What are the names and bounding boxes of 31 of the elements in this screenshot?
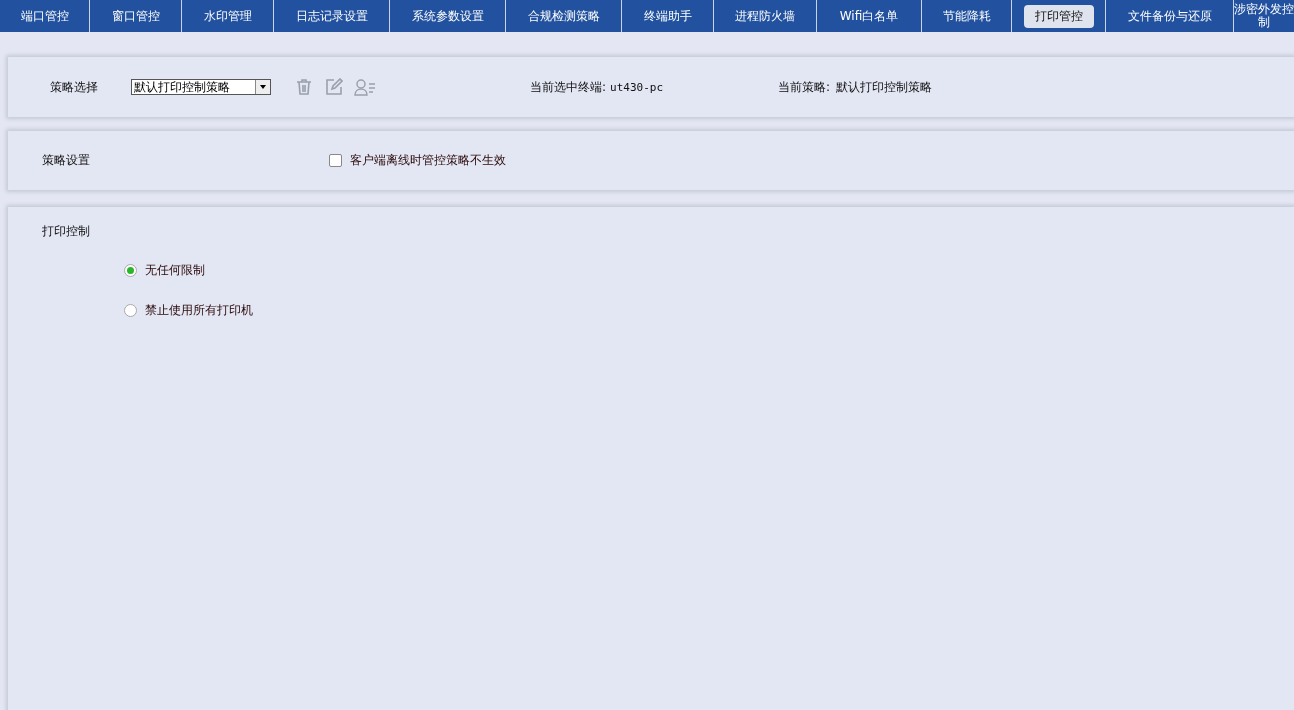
- field-label: 策略选择: [50, 78, 98, 96]
- trash-icon[interactable]: [295, 78, 313, 96]
- tab[interactable]: 日志记录设置: [295, 9, 368, 23]
- terminal-label: 当前选中终端:: [530, 78, 607, 96]
- policy-name: 默认打印控制策略: [836, 78, 933, 96]
- tab[interactable]: 窗口管控: [111, 9, 160, 23]
- tab[interactable]: 端口管控: [20, 9, 69, 23]
- tab[interactable]: 水印管理: [203, 9, 252, 23]
- tab[interactable]: 节能降耗: [942, 9, 991, 23]
- user-list-icon[interactable]: [354, 78, 376, 96]
- tab[interactable]: 文件备份与还原: [1127, 9, 1212, 23]
- policy-label: 当前策略:: [778, 78, 831, 96]
- tab[interactable]: 打印管控: [1023, 4, 1094, 28]
- radio-label: 禁止使用所有打印机: [145, 302, 253, 319]
- tab[interactable]: 涉密外发控制: [1234, 3, 1294, 29]
- checkbox[interactable]: [329, 154, 342, 167]
- terminal-name: ut430-pc: [610, 80, 664, 94]
- tab[interactable]: 合规检测策略: [527, 9, 600, 23]
- section-title: 打印控制: [42, 224, 90, 238]
- field-label: 策略设置: [42, 152, 90, 169]
- checkbox-label: 客户端离线时管控策略不生效: [350, 152, 506, 169]
- caret-icon: [255, 80, 270, 94]
- tab[interactable]: Wifi白名单: [839, 9, 899, 23]
- radio-button[interactable]: [124, 304, 137, 317]
- radio-button[interactable]: [124, 264, 137, 277]
- tab[interactable]: 系统参数设置: [411, 9, 484, 23]
- tab[interactable]: 终端助手: [643, 9, 692, 23]
- tab[interactable]: 进程防火墙: [735, 9, 795, 23]
- edit-icon[interactable]: [325, 78, 343, 96]
- select-field[interactable]: 默认打印控制策略: [131, 79, 271, 95]
- radio-label: 无任何限制: [145, 262, 205, 279]
